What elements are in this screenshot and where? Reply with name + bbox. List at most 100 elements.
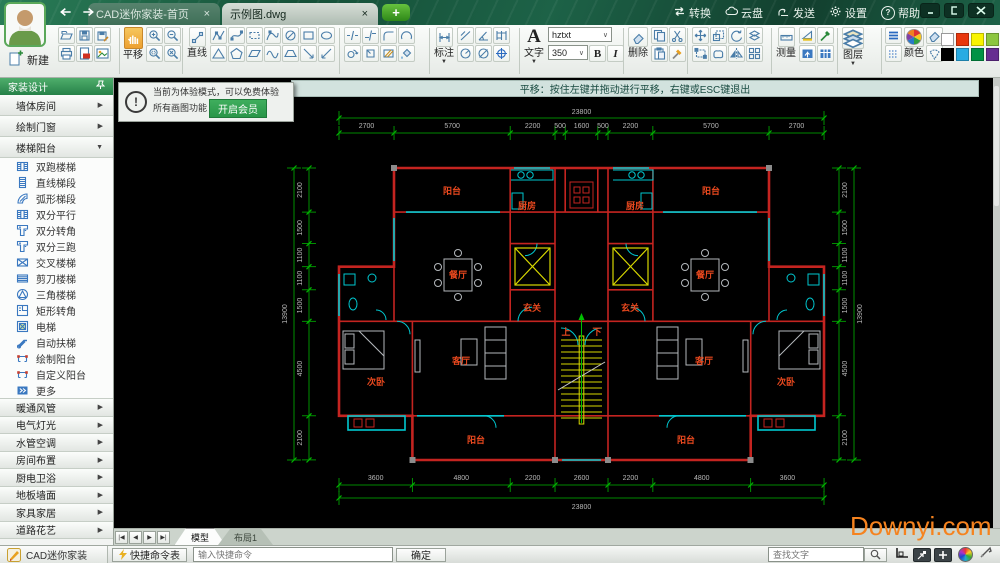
fill-tool[interactable] [398, 45, 415, 62]
color-wheel-button[interactable] [904, 27, 924, 47]
break-tool[interactable] [344, 27, 361, 44]
zoom-window-button[interactable] [146, 45, 163, 62]
titlebar-action-cloud[interactable]: 云盘 [725, 5, 763, 21]
sidebar-section-stairs[interactable]: 楼梯阳台 ▼ [0, 137, 113, 158]
add-mode-button[interactable] [934, 547, 952, 562]
tab-home[interactable]: CAD迷你家装-首页 × [88, 3, 220, 25]
dimension-button[interactable] [435, 27, 453, 47]
copy-button[interactable] [651, 27, 668, 44]
draw-order-icon[interactable] [979, 546, 992, 563]
tab-close-icon[interactable]: × [360, 9, 370, 20]
sidebar-section[interactable]: 房间布置 ▶ [0, 451, 113, 469]
format-painter-button[interactable] [669, 45, 686, 62]
trapezoid-tool[interactable] [282, 45, 299, 62]
sidebar-section[interactable]: 道路花艺 ▶ [0, 521, 113, 539]
titlebar-action-send[interactable]: 发送 [777, 5, 815, 21]
sidebar-item[interactable]: 弧形梯段 [0, 190, 113, 206]
sidebar-item[interactable]: 直线梯段 [0, 174, 113, 190]
copy-objects-tool[interactable] [746, 27, 763, 44]
sidebar-section-doors[interactable]: 绘制门窗 ▶ [0, 116, 113, 137]
titlebar-action-help[interactable]: ? 帮助 [881, 5, 920, 21]
xline-tool[interactable] [318, 45, 335, 62]
center-mark-tool[interactable] [493, 45, 510, 62]
cut-button[interactable] [669, 27, 686, 44]
open-button[interactable] [58, 27, 75, 44]
line-tool-button[interactable] [188, 27, 206, 47]
background-color-icon[interactable] [958, 547, 973, 562]
shortcut-table-button[interactable]: 快捷命令表 [112, 547, 187, 562]
baseline-dim-tool[interactable] [493, 27, 510, 44]
sidebar-section[interactable]: 厨电卫浴 ▶ [0, 469, 113, 487]
sidebar-item[interactable]: 更多 [0, 382, 113, 398]
array-tool[interactable] [746, 45, 763, 62]
tab-close-icon[interactable]: × [202, 9, 212, 20]
linetype-button[interactable] [885, 27, 902, 44]
sidebar-item[interactable]: 电梯 [0, 318, 113, 334]
search-button[interactable] [864, 547, 887, 562]
sidebar-section[interactable]: 电气灯光 ▶ [0, 416, 113, 434]
next-layout-button[interactable]: ▶ [143, 530, 156, 544]
mirror-tool[interactable] [728, 45, 745, 62]
sidebar-section[interactable]: 暖通风管 ▶ [0, 399, 113, 417]
ellipse-tool[interactable] [318, 27, 335, 44]
sidebar-item[interactable]: 三角楼梯 [0, 286, 113, 302]
arc-tool[interactable] [398, 27, 415, 44]
color-swatch[interactable] [986, 33, 999, 46]
revolve-tool[interactable] [344, 45, 361, 62]
stretch-tool[interactable] [692, 45, 709, 62]
rectangle-tool[interactable] [300, 27, 317, 44]
edit-polyline-tool[interactable] [362, 45, 379, 62]
color-swatch[interactable] [986, 48, 999, 61]
offset-tool[interactable] [710, 45, 727, 62]
construction-tool[interactable] [246, 27, 263, 44]
bold-button[interactable]: B [589, 45, 606, 62]
open-membership-button[interactable]: 开启会员 [209, 99, 268, 118]
color-swatch[interactable] [956, 48, 969, 61]
prev-layout-button[interactable]: ◀ [129, 530, 142, 544]
area-measure-tool[interactable] [799, 27, 816, 44]
color-swatch[interactable] [941, 33, 954, 46]
maximize-button[interactable] [944, 3, 964, 18]
revision-cloud-tool[interactable] [264, 45, 281, 62]
sidebar-item[interactable]: 剪刀楼梯 [0, 270, 113, 286]
confirm-button[interactable]: 确定 [396, 547, 446, 562]
layers-button[interactable] [842, 27, 864, 49]
scale-tool[interactable] [710, 27, 727, 44]
layout1-tab[interactable]: 布局1 [218, 529, 273, 545]
triangle-tool[interactable] [210, 45, 227, 62]
spline-tool[interactable] [228, 27, 245, 44]
find-text-input[interactable] [768, 547, 864, 562]
model-tab[interactable]: 模型 [174, 528, 226, 546]
save-as-button[interactable] [94, 27, 111, 44]
back-button[interactable] [54, 3, 78, 21]
sidebar-item[interactable]: 矩形转角 [0, 302, 113, 318]
close-button[interactable] [968, 3, 994, 18]
ortho-mode-icon[interactable] [895, 546, 909, 563]
hatch-tool[interactable] [380, 45, 397, 62]
save-button[interactable] [76, 27, 93, 44]
sidebar-item[interactable]: 绘制阳台 [0, 350, 113, 366]
trim-tool[interactable] [362, 27, 379, 44]
measure-button[interactable] [777, 27, 795, 47]
circle-tool[interactable] [282, 27, 299, 44]
forward-button[interactable] [76, 3, 100, 21]
pin-icon[interactable] [95, 80, 106, 93]
titlebar-action-convert[interactable]: 转换 [673, 5, 711, 21]
move-tool[interactable] [692, 27, 709, 44]
new-file-button[interactable]: 新建 [3, 49, 55, 70]
table-export-tool[interactable] [817, 45, 834, 62]
text-tool-icon[interactable]: A [527, 27, 541, 47]
last-layout-button[interactable]: ▶| [157, 530, 170, 544]
new-tab-button[interactable]: + [382, 4, 410, 21]
rotate-tool[interactable] [728, 27, 745, 44]
polygon-tool[interactable] [228, 45, 245, 62]
first-layout-button[interactable]: |◀ [115, 530, 128, 544]
command-input[interactable] [193, 547, 393, 562]
zoom-in-button[interactable] [146, 27, 163, 44]
color-swatch[interactable] [956, 33, 969, 46]
fillet-tool[interactable] [380, 27, 397, 44]
sidebar-item[interactable]: 自动扶梯 [0, 334, 113, 350]
markup-tool[interactable] [817, 27, 834, 44]
sidebar-item[interactable]: 双分平行 [0, 206, 113, 222]
export-image-button[interactable] [94, 45, 111, 62]
